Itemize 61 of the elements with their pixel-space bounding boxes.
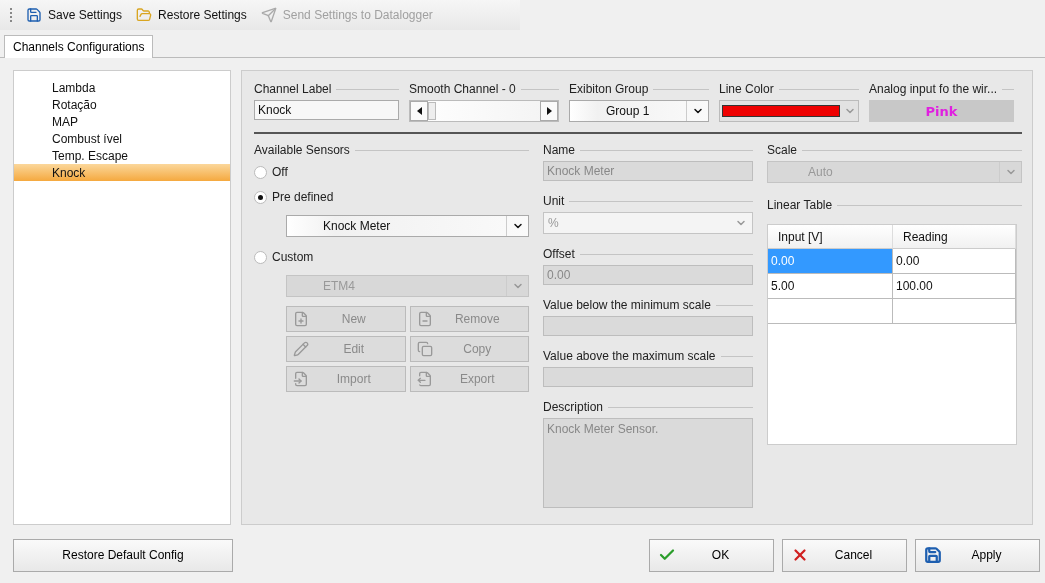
slider-label: Smooth Channel - 0 (409, 82, 516, 96)
input-field[interactable] (543, 367, 753, 387)
table-cell[interactable]: 100.00 (893, 274, 1016, 299)
copy-icon (416, 341, 433, 357)
file-plus-icon (293, 311, 309, 327)
channel-label-field[interactable]: Knock (254, 100, 399, 120)
folder-icon (136, 7, 153, 23)
file-import-icon (293, 371, 309, 387)
channel-item[interactable]: Temp. Escape (14, 147, 230, 164)
color-picker[interactable] (719, 100, 859, 122)
group-dropdown[interactable]: Group 1 (569, 100, 709, 122)
file-minus-icon (416, 311, 433, 327)
input-field[interactable] (543, 316, 753, 336)
section-title: Available Sensors (254, 143, 350, 157)
field-label: Description (543, 400, 604, 414)
table-cell[interactable]: 0.00 (893, 249, 1016, 274)
field-label: Name (543, 143, 575, 157)
field-label: Unit (543, 194, 565, 208)
radio-button[interactable] (254, 250, 267, 264)
radio-button[interactable] (254, 165, 267, 179)
field-label: Scale (767, 143, 798, 157)
tab[interactable]: Channels Configurations (4, 35, 154, 58)
channel-item[interactable]: Combust ível (14, 130, 230, 147)
cancel-button[interactable]: Cancel (782, 538, 907, 572)
field-label: Line Color (719, 82, 774, 96)
column-header[interactable]: Input [V] (768, 225, 893, 249)
file-export-icon (416, 371, 433, 387)
radio-label: Custom (272, 250, 314, 264)
scroll-thumb[interactable] (428, 102, 436, 120)
analog-input-value: Pink (869, 100, 1014, 122)
field-label: Channel Label (254, 82, 332, 96)
toolbar-button[interactable]: Save Settings (26, 7, 123, 23)
pencil-icon (293, 341, 309, 357)
radio-button[interactable] (254, 190, 267, 204)
channel-item[interactable]: Lambda (14, 79, 230, 96)
ok-button[interactable]: OK (649, 538, 774, 572)
radio-label: Pre defined (272, 190, 334, 204)
send-icon (260, 7, 277, 23)
toolbar-button[interactable]: Restore Settings (136, 7, 247, 23)
channel-item[interactable]: MAP (14, 113, 230, 130)
sensor-dropdown[interactable]: Knock Meter (286, 215, 529, 237)
field-label: Offset (543, 247, 575, 261)
channel-item[interactable]: Knock (14, 164, 230, 181)
radio-label: Off (272, 165, 288, 179)
radio-option[interactable]: Pre defined (254, 186, 529, 208)
radio-option[interactable]: Off (254, 161, 529, 183)
apply-button[interactable]: Apply (915, 538, 1040, 572)
field-label: Value above the maximum scale (543, 349, 716, 363)
table-cell[interactable] (893, 299, 1016, 324)
field-label: Exibiton Group (569, 82, 649, 96)
restore-default-button[interactable]: Restore Default Config (13, 538, 233, 572)
field-label: Value below the minimum scale (543, 298, 711, 312)
section-title: Linear Table (767, 198, 833, 212)
close-icon (791, 546, 809, 564)
table-cell[interactable] (768, 299, 893, 324)
table-cell[interactable]: 5.00 (768, 274, 893, 299)
smooth-scrollbar[interactable] (409, 100, 559, 122)
radio-option[interactable]: Custom (254, 246, 529, 268)
field-label: Analog input fo the wir... (869, 82, 998, 96)
channel-item[interactable]: Rotação (14, 96, 230, 113)
column-header[interactable]: Reading (893, 225, 1016, 249)
